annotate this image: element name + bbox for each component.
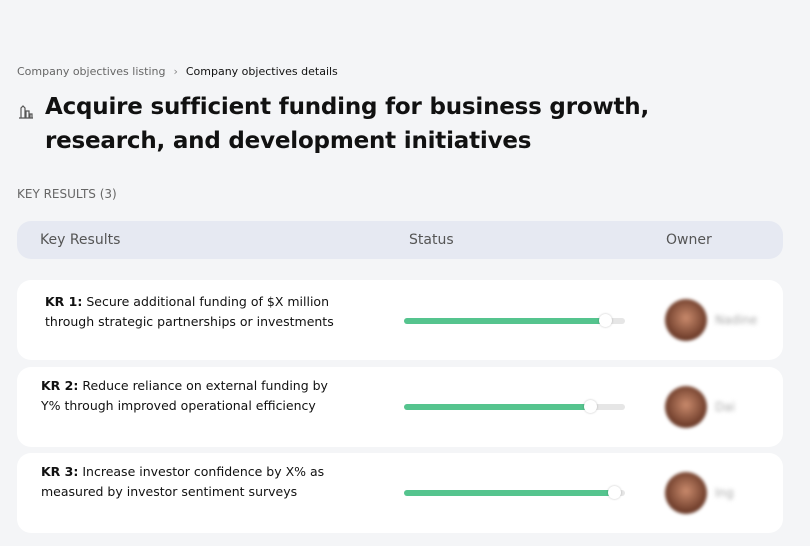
progress-fill [404, 404, 590, 410]
key-result-text: Increase investor confidence by X% as me… [41, 464, 325, 499]
progress-slider[interactable] [404, 486, 625, 499]
key-result-row[interactable]: KR 3: Increase investor confidence by X%… [17, 453, 783, 533]
building-chart-icon [19, 105, 33, 119]
breadcrumb: Company objectives listing › Company obj… [17, 65, 338, 78]
key-result-text: Secure additional funding of $X million … [45, 294, 334, 329]
key-result-text: Reduce reliance on external funding by Y… [41, 378, 328, 413]
progress-fill [404, 318, 606, 324]
key-result-id: KR 1: [45, 294, 83, 309]
breadcrumb-parent-link[interactable]: Company objectives listing [17, 65, 165, 78]
header-owner: Owner [666, 232, 712, 248]
progress-slider[interactable] [404, 314, 625, 327]
owner-name: Ing [715, 486, 734, 500]
key-result-description: KR 2: Reduce reliance on external fundin… [41, 376, 341, 416]
header-key-results: Key Results [40, 232, 121, 248]
table-header: Key Results Status Owner [17, 221, 783, 259]
key-result-description: KR 1: Secure additional funding of $X mi… [45, 292, 345, 332]
header-status: Status [409, 232, 454, 248]
objective-title: Acquire sufficient funding for business … [45, 94, 649, 154]
slider-thumb[interactable] [599, 314, 613, 327]
breadcrumb-current: Company objectives details [185, 65, 338, 78]
progress-fill [404, 490, 614, 496]
progress-slider[interactable] [404, 400, 625, 413]
key-result-description: KR 3: Increase investor confidence by X%… [41, 462, 341, 502]
breadcrumb-separator: › [173, 65, 178, 78]
key-result-id: KR 2: [41, 378, 79, 393]
avatar [665, 299, 707, 341]
key-results-count: KEY RESULTS (3) [17, 187, 117, 201]
avatar [665, 472, 707, 514]
avatar [665, 386, 707, 428]
slider-thumb[interactable] [607, 486, 621, 499]
page-title: Acquire sufficient funding for business … [17, 90, 745, 158]
key-result-row[interactable]: KR 1: Secure additional funding of $X mi… [17, 280, 783, 360]
key-result-row[interactable]: KR 2: Reduce reliance on external fundin… [17, 367, 783, 447]
owner-name: Dai [715, 400, 735, 414]
key-result-id: KR 3: [41, 464, 79, 479]
owner-name: Nadine [715, 313, 758, 327]
slider-thumb[interactable] [583, 400, 597, 413]
